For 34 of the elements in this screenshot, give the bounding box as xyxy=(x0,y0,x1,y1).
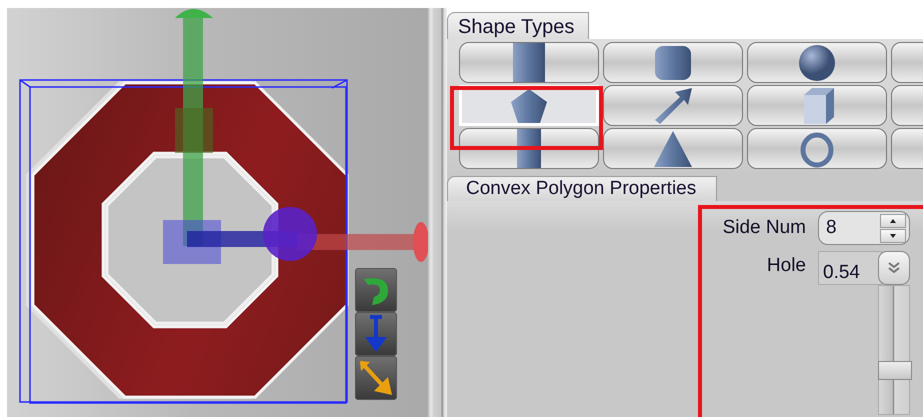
arrow-icon xyxy=(653,86,693,124)
rounded-box-icon xyxy=(653,44,693,80)
shape-type-button[interactable] xyxy=(603,85,743,126)
hole-label: Hole xyxy=(766,255,806,277)
side-num-label: Side Num xyxy=(722,217,806,239)
expand-button[interactable] xyxy=(878,251,910,285)
shape-types-tab[interactable]: Shape Types xyxy=(447,12,590,39)
hole-slider[interactable] xyxy=(878,285,910,415)
sphere-icon xyxy=(798,44,836,82)
hole-value-field[interactable]: 0.54 xyxy=(818,251,882,285)
decrement-button[interactable] xyxy=(880,228,906,242)
3d-viewport[interactable] xyxy=(7,8,428,417)
diagonal-arrow-icon xyxy=(358,359,394,397)
shape-type-button[interactable] xyxy=(459,42,599,83)
increment-button[interactable] xyxy=(880,214,906,228)
shape-type-button[interactable] xyxy=(459,128,599,169)
shape-type-button[interactable] xyxy=(603,42,743,83)
torus-icon xyxy=(799,130,835,168)
scale-tool-button[interactable] xyxy=(355,356,397,400)
pentagon-icon xyxy=(510,88,548,123)
cone-icon xyxy=(653,130,693,168)
up-arrow-icon xyxy=(890,218,896,222)
cylinder-icon xyxy=(514,129,544,168)
side-num-spinbox[interactable]: 8 xyxy=(818,211,910,245)
shape-type-button[interactable] xyxy=(747,85,887,126)
vertical-arrow-icon xyxy=(362,315,390,353)
down-arrow-icon xyxy=(890,234,896,238)
shape-type-button[interactable] xyxy=(603,128,743,169)
double-chevron-icon xyxy=(887,262,901,274)
shape-type-button[interactable] xyxy=(747,42,887,83)
slider-thumb[interactable] xyxy=(878,360,912,380)
rotate-tool-button[interactable] xyxy=(355,268,397,312)
shape-type-button[interactable] xyxy=(747,128,887,169)
properties-tab[interactable]: Convex Polygon Properties xyxy=(447,176,718,201)
